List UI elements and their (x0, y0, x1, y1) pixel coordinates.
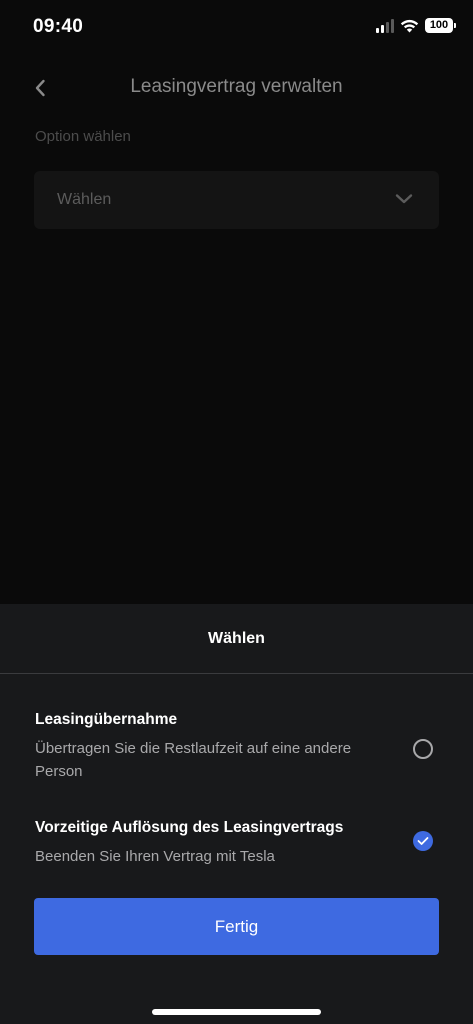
option-title: Vorzeitige Auflösung des Leasingvertrags (35, 819, 344, 836)
checkmark-icon (417, 837, 429, 845)
option-select[interactable]: Wählen (34, 171, 439, 229)
chevron-down-icon (395, 194, 413, 204)
radio-unchecked-icon[interactable] (413, 739, 433, 759)
done-button[interactable]: Fertig (34, 898, 439, 955)
option-leasing-transfer[interactable]: Leasingübernahme Übertragen Sie die Rest… (0, 711, 473, 781)
option-title: Leasingübernahme (35, 711, 178, 728)
option-early-termination[interactable]: Vorzeitige Auflösung des Leasingvertrags… (0, 819, 473, 869)
option-description: Übertragen Sie die Restlaufzeit auf eine… (35, 740, 352, 780)
sheet-title: Wählen (208, 630, 265, 647)
option-description: Beenden Sie Ihren Vertrag mit Tesla (35, 848, 275, 865)
status-bar: 09:40 100 (0, 0, 473, 56)
radio-checked-icon[interactable] (413, 831, 433, 851)
status-time: 09:40 (33, 16, 84, 37)
bottom-sheet: Wählen Leasingübernahme Übertragen Sie d… (0, 604, 473, 1024)
screen: 09:40 100 Leasingvertrag verwalten Optio… (0, 0, 473, 1024)
page-title: Leasingvertrag verwalten (130, 76, 343, 97)
select-value: Wählen (57, 191, 112, 208)
sheet-divider (0, 673, 473, 674)
home-indicator (152, 1009, 321, 1015)
nav-header: Leasingvertrag verwalten (0, 66, 473, 110)
option-label: Option wählen (35, 128, 131, 145)
battery-icon: 100 (425, 18, 456, 33)
wifi-icon (400, 19, 419, 32)
status-icons: 100 (376, 18, 456, 33)
cellular-signal-icon (376, 18, 394, 33)
